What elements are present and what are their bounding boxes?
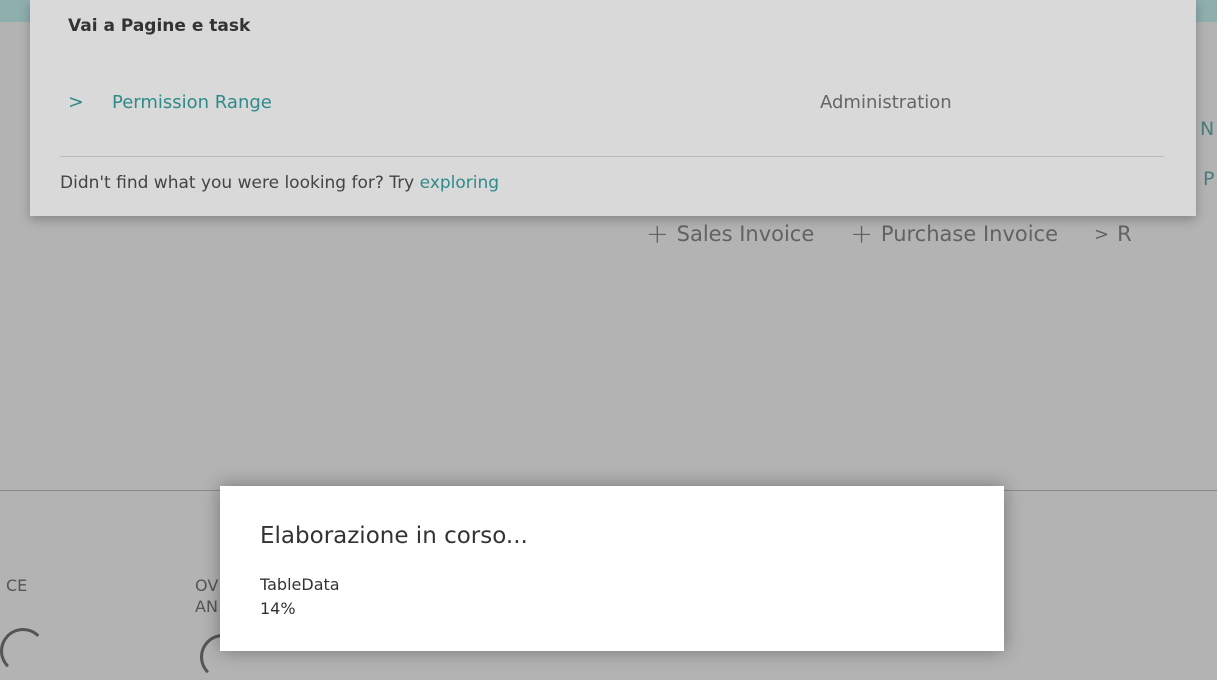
exploring-link[interactable]: exploring: [420, 173, 499, 193]
progress-dialog: Elaborazione in corso... TableData 14%: [220, 486, 1004, 651]
search-result-category: Administration: [820, 91, 952, 113]
chevron-right-icon: >: [1094, 223, 1110, 245]
progress-dialog-title: Elaborazione in corso...: [260, 523, 528, 549]
search-panel-header: Vai a Pagine e task: [68, 16, 251, 36]
background-more-label: R: [1117, 222, 1132, 246]
search-results-panel: Vai a Pagine e task > Permission Range A…: [30, 0, 1196, 216]
purchase-invoice-action[interactable]: + Purchase Invoice: [850, 221, 1058, 248]
background-more-action[interactable]: > R: [1094, 222, 1132, 246]
background-gauge-arc: [0, 628, 46, 674]
background-tile-label: OV: [195, 576, 219, 595]
plus-icon: +: [850, 218, 873, 250]
search-result-permission-range[interactable]: > Permission Range Administration: [68, 88, 1168, 116]
background-right-letter: N: [1200, 118, 1215, 140]
search-panel-divider: [60, 156, 1164, 157]
background-tile-label: CE: [6, 576, 28, 595]
background-tile-label: AN: [195, 597, 218, 616]
purchase-invoice-label: Purchase Invoice: [880, 222, 1059, 246]
background-right-letter: P: [1203, 168, 1215, 190]
sales-invoice-action[interactable]: + Sales Invoice: [646, 221, 814, 248]
background-actions-row: + Sales Invoice + Purchase Invoice > R: [646, 219, 1132, 249]
search-footer: Didn't find what you were looking for? T…: [60, 173, 499, 193]
progress-percent: 14%: [260, 599, 296, 618]
progress-item-name: TableData: [260, 575, 340, 594]
sales-invoice-label: Sales Invoice: [676, 222, 815, 246]
search-footer-text: Didn't find what you were looking for? T…: [60, 173, 420, 193]
plus-icon: +: [646, 218, 669, 250]
search-result-name: Permission Range: [112, 91, 272, 113]
chevron-right-icon: >: [68, 91, 84, 113]
